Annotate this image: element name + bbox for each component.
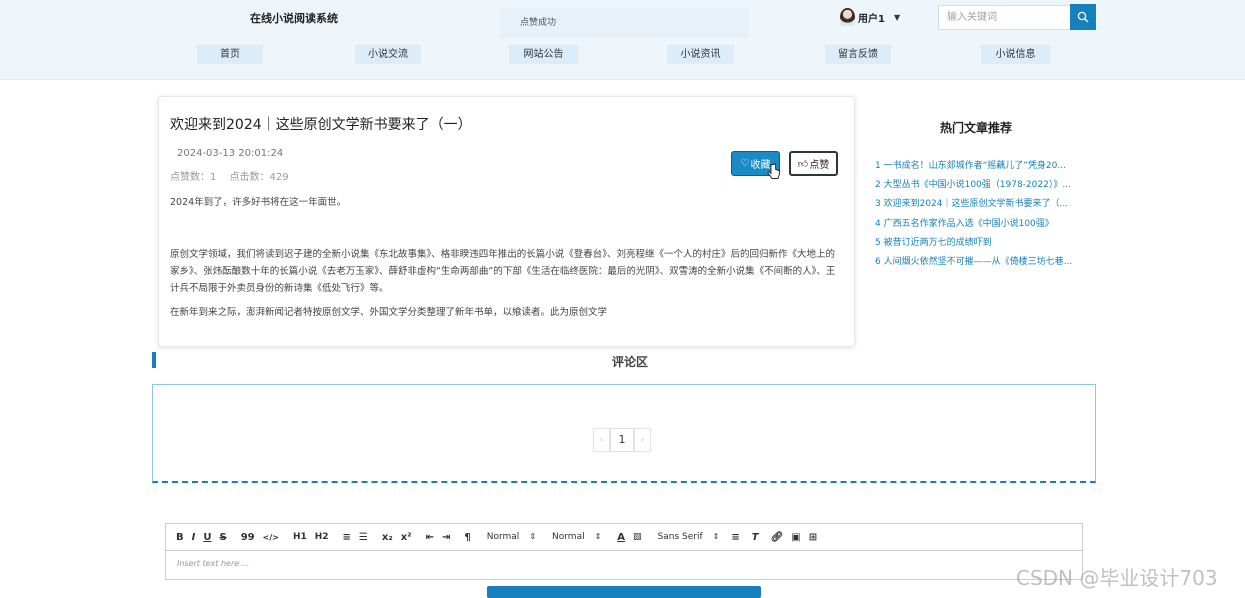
page-number-button[interactable]: 1	[610, 428, 634, 452]
hot-article-link[interactable]: 5 被昔订近两万七的成绩吓到	[875, 235, 1072, 254]
pagination: ‹ 1 ›	[593, 428, 651, 452]
header2-button[interactable]: H2	[315, 532, 329, 542]
submit-comment-button[interactable]	[487, 586, 761, 598]
hot-article-link[interactable]: 6 人间烟火依然坚不可摧——从《倚楼三坊七巷...	[875, 254, 1072, 273]
subscript-button[interactable]: x₂	[382, 532, 393, 543]
image-icon[interactable]: ▣	[791, 532, 800, 543]
header-select-value: Normal	[552, 532, 585, 542]
like-label: 点赞	[809, 160, 830, 171]
hot-article-link[interactable]: 3 欢迎来到2024｜这些原创文学新书要来了（...	[875, 196, 1072, 215]
text-direction-button[interactable]: ¶	[464, 532, 470, 543]
bold-button[interactable]: B	[176, 532, 184, 543]
nav-item-announcements[interactable]: 网站公告	[509, 45, 578, 64]
clear-format-icon[interactable]: T	[752, 532, 759, 543]
outdent-button[interactable]: ⇤	[426, 532, 434, 543]
header1-button[interactable]: H1	[293, 532, 307, 542]
background-color-icon[interactable]: ▧	[633, 532, 642, 542]
nav-item-novel-exchange[interactable]: 小说交流	[355, 45, 421, 64]
size-select-value: Normal	[486, 532, 520, 542]
editor-toolbar: B I U S 99 </> H1 H2 ≡ ☰ x₂ x² ⇤ ⇥ ¶ Nor…	[165, 523, 1083, 551]
article-title: 欢迎来到2024｜这些原创文学新书要来了（一）	[170, 117, 472, 133]
nav-item-home[interactable]: 首页	[197, 45, 263, 64]
top-header: 在线小说阅读系统 点赞成功 用户1 ▼ 首页 小说交流 网站公告 小说资讯 留言…	[0, 0, 1245, 80]
text-color-icon[interactable]: A	[617, 532, 625, 543]
hot-articles-list: 1 一书成名！山东郯城作者“摇藕儿了”凭身20... 2 大型丛书《中国小说10…	[875, 158, 1072, 273]
article-date: 2024-03-13 20:01:24	[177, 148, 284, 159]
article-card: 欢迎来到2024｜这些原创文学新书要来了（一） 2024-03-13 20:01…	[158, 96, 855, 347]
strike-button[interactable]: S	[219, 532, 226, 543]
select-arrows-icon: ⇕	[712, 532, 720, 541]
next-page-button[interactable]: ›	[634, 428, 651, 452]
underline-button[interactable]: U	[203, 532, 211, 543]
user-menu[interactable]: 用户1 ▼	[840, 7, 900, 27]
nav-item-feedback[interactable]: 留言反馈	[825, 45, 891, 64]
comments-section-title: 评论区	[611, 355, 648, 369]
hot-article-link[interactable]: 1 一书成名！山东郯城作者“摇藕儿了”凭身20...	[875, 158, 1072, 177]
search-input[interactable]	[938, 5, 1070, 30]
article-paragraph: 在新年到来之际，澎湃新闻记者特按原创文学、外国文学分类整理了新年书单，以飨读者。…	[170, 307, 608, 318]
video-icon[interactable]: ⊞	[809, 532, 817, 543]
nav-item-novel-news[interactable]: 小说资讯	[667, 45, 734, 64]
watermark: CSDN @毕业设计703	[1016, 566, 1218, 590]
hot-article-link[interactable]: 4 广西五名作家作品入选《中国小说100强》	[875, 216, 1072, 235]
italic-button[interactable]: I	[192, 532, 196, 543]
blockquote-button[interactable]: 99	[241, 532, 255, 543]
size-select[interactable]: Normal ⇕	[487, 532, 536, 542]
prev-page-button[interactable]: ‹	[593, 428, 610, 452]
link-icon[interactable]: 🔗︎	[771, 532, 784, 543]
thumbs-up-icon: 👍︎	[797, 158, 809, 170]
editor-placeholder: Insert text here ...	[177, 559, 250, 568]
code-block-button[interactable]: </>	[263, 533, 279, 542]
hot-article-link[interactable]: 2 大型丛书《中国小说100强（1978-2022）》...	[875, 177, 1072, 196]
select-arrows-icon: ⇕	[594, 532, 602, 541]
user-name: 用户1	[858, 13, 885, 25]
nav-item-novel-info[interactable]: 小说信息	[981, 45, 1050, 64]
align-icon[interactable]: ≡	[731, 532, 739, 543]
superscript-button[interactable]: x²	[401, 532, 412, 543]
font-select-value: Sans Serif	[657, 532, 703, 542]
likes-count: 点赞数：1	[170, 172, 217, 183]
hand-cursor-icon	[767, 163, 780, 179]
clicks-count: 点击数：429	[229, 172, 289, 183]
success-toast: 点赞成功	[500, 8, 749, 38]
chevron-down-icon[interactable]: ▼	[894, 13, 900, 22]
article-stats: 点赞数：1 点击数：429	[170, 168, 289, 183]
bullet-list-button[interactable]: ☰	[359, 532, 368, 543]
header-select[interactable]: Normal ⇕	[552, 532, 601, 542]
heart-icon: ♡	[740, 158, 750, 169]
indent-button[interactable]: ⇥	[442, 532, 450, 543]
select-arrows-icon: ⇕	[529, 532, 537, 541]
comment-area: ‹ 1 ›	[152, 384, 1096, 483]
avatar	[840, 8, 855, 26]
like-button[interactable]: 👍︎ 点赞	[789, 151, 838, 176]
site-title: 在线小说阅读系统	[250, 12, 338, 25]
hot-articles-title: 热门文章推荐	[940, 121, 1013, 135]
ordered-list-button[interactable]: ≡	[343, 532, 351, 543]
search-icon	[1077, 11, 1089, 23]
search-button[interactable]	[1070, 4, 1096, 30]
comment-editor[interactable]: Insert text here ...	[165, 550, 1083, 580]
font-select[interactable]: Sans Serif ⇕	[658, 532, 720, 542]
article-paragraph: 2024年到了，许多好书将在这一年面世。	[170, 197, 347, 208]
article-paragraph: 原创文学领域，我们将读到迟子建的全新小说集《东北故事集》、格非睽违四年推出的长篇…	[170, 249, 836, 294]
